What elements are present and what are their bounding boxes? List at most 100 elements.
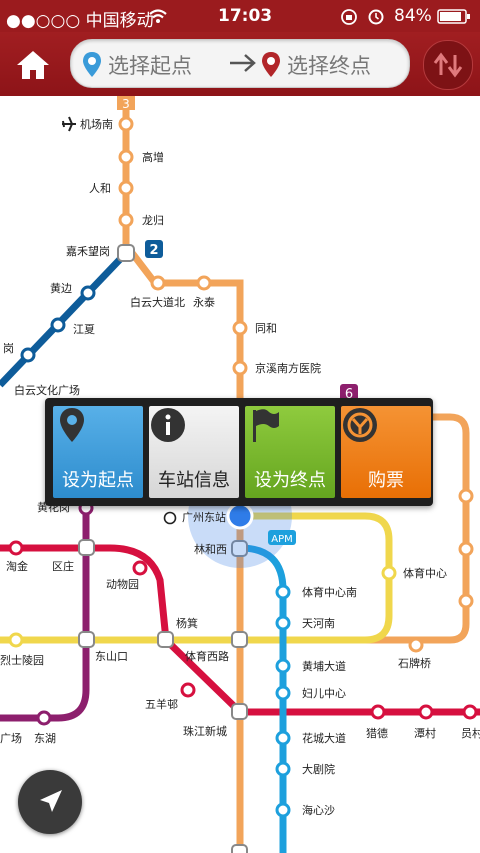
station-label: 东山口 [95, 650, 128, 663]
station-label: 东湖 [34, 732, 56, 745]
station-label: 动物园 [106, 577, 139, 591]
station-marker[interactable] [418, 704, 434, 720]
station-marker[interactable] [462, 704, 478, 720]
buy-ticket-button[interactable]: 购票 [341, 406, 431, 498]
start-station-input[interactable]: 选择起点 [108, 50, 192, 80]
station-label: 广场 [0, 731, 22, 745]
station-label: 天河南 [302, 617, 335, 630]
station-marker[interactable] [275, 658, 291, 674]
station-label: 海心沙 [302, 803, 335, 817]
station-label: 永泰 [193, 295, 215, 309]
station-info-label: 车站信息 [158, 470, 230, 491]
station-marker[interactable] [275, 584, 291, 600]
locate-me-button[interactable] [18, 770, 82, 834]
set-end-label: 设为终点 [254, 470, 326, 491]
station-label: 潭村 [414, 726, 436, 740]
station-marker[interactable] [118, 149, 134, 165]
station-marker[interactable] [118, 116, 134, 132]
current-location-dot [226, 502, 254, 530]
station-label: 高增 [142, 150, 164, 164]
station-marker[interactable] [408, 637, 424, 653]
station-marker[interactable] [196, 275, 212, 291]
station-label: 体育西路 [185, 649, 229, 663]
line-2-track [0, 250, 129, 388]
station-marker[interactable] [458, 593, 474, 609]
station-label: 猎德 [366, 726, 388, 740]
station-label: 京溪南方医院 [255, 361, 321, 375]
metro-logo-icon [343, 408, 377, 442]
station-marker[interactable] [232, 360, 248, 376]
railway-station-icon [163, 511, 177, 525]
wifi-icon [149, 9, 167, 23]
transfer-station-marker[interactable] [231, 703, 248, 720]
station-label: 嘉禾望岗 [66, 244, 110, 258]
station-label: 白云大道北 [130, 295, 185, 309]
transfer-station-marker[interactable] [231, 631, 248, 648]
station-marker[interactable] [232, 320, 248, 336]
station-label: 黄埔大道 [302, 659, 346, 673]
station-marker[interactable] [118, 180, 134, 196]
station-marker[interactable] [275, 730, 291, 746]
battery-icon [437, 9, 470, 24]
station-label: 珠江新城 [183, 724, 227, 738]
station-label: 体育中心 [403, 566, 447, 580]
station-marker[interactable] [275, 761, 291, 777]
station-marker[interactable] [275, 615, 291, 631]
station-label: 岗 [3, 342, 14, 355]
station-label: 妇儿中心 [302, 687, 346, 700]
route-selector: 选择起点 选择终点 [70, 39, 410, 88]
transfer-station-marker[interactable] [78, 631, 95, 648]
station-label: 广州东站 [182, 510, 226, 524]
home-icon[interactable] [14, 48, 52, 82]
end-pin-icon [262, 52, 280, 77]
station-marker[interactable] [275, 685, 291, 701]
station-label: 白云文化广场 [14, 383, 80, 397]
transfer-station-marker[interactable] [117, 244, 135, 262]
line-3-badge-text: 3 [122, 97, 130, 111]
location-pin-icon [60, 408, 84, 442]
station-marker[interactable] [458, 488, 474, 504]
navigation-arrow-icon [40, 790, 62, 812]
subway-map[interactable]: 3 2 6 APM 机场南 高增 人和 龙归 嘉禾望岗 黄边 江夏 岗 白云文化… [0, 96, 480, 853]
station-marker[interactable] [370, 704, 386, 720]
station-marker[interactable] [180, 682, 196, 698]
route-toolbar: 选择起点 选择终点 [0, 32, 480, 96]
station-marker[interactable] [80, 285, 96, 301]
station-label: 五羊邨 [145, 697, 178, 711]
station-marker[interactable] [50, 317, 66, 333]
station-label: 员村 [461, 726, 480, 740]
set-end-button[interactable]: 设为终点 [245, 406, 335, 498]
line-2-badge-text: 2 [149, 243, 158, 258]
swap-route-icon[interactable] [423, 40, 473, 90]
apm-badge-text: APM [271, 534, 293, 545]
station-label: 机场南 [80, 117, 113, 131]
end-station-input[interactable]: 选择终点 [287, 50, 371, 80]
transfer-station-marker[interactable] [78, 539, 95, 556]
transfer-station-marker[interactable] [157, 631, 174, 648]
station-marker[interactable] [8, 540, 24, 556]
station-label: 江夏 [73, 323, 95, 336]
station-marker[interactable] [381, 565, 397, 581]
station-marker[interactable] [275, 802, 291, 818]
station-marker[interactable] [132, 560, 148, 576]
station-label: 烈士陵园 [0, 653, 44, 667]
orientation-lock-icon [341, 9, 357, 25]
set-start-button[interactable]: 设为起点 [53, 406, 143, 498]
station-marker[interactable] [150, 275, 166, 291]
flag-icon [253, 409, 279, 442]
clock: 17:03 [218, 6, 273, 26]
station-action-popup: 设为起点 车站信息 设为终点 购票 [45, 398, 433, 506]
station-marker[interactable] [118, 212, 134, 228]
station-marker[interactable] [36, 710, 52, 726]
station-marker[interactable] [458, 541, 474, 557]
station-info-button[interactable]: 车站信息 [149, 406, 239, 498]
station-marker[interactable] [8, 632, 24, 648]
transfer-station-marker[interactable] [231, 844, 248, 853]
station-label: 同和 [255, 322, 277, 335]
station-label: 淘金 [6, 559, 28, 573]
station-label: 黄边 [50, 281, 72, 295]
set-start-label: 设为起点 [62, 470, 134, 491]
status-bar: ●●○○○ 中国移动 17:03 84% [0, 0, 480, 32]
station-label: 杨箕 [176, 616, 198, 630]
station-marker[interactable] [20, 347, 36, 363]
